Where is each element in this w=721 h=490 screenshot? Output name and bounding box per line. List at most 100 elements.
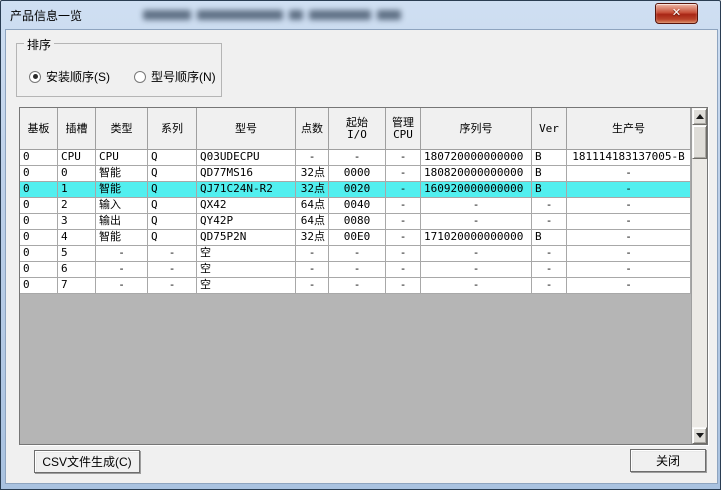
table-row[interactable]: 07--空------: [20, 278, 691, 294]
cell-model: QJ71C24N-R2: [197, 182, 296, 198]
triangle-down-icon: [696, 433, 704, 438]
cell-serial-no: -: [421, 262, 532, 278]
cell-product-no: -: [567, 198, 691, 214]
csv-generate-button-label: CSV文件生成(C): [42, 453, 131, 470]
cell-start-io: 0040: [329, 198, 386, 214]
cell-points: -: [296, 262, 329, 278]
product-info-dialog: 产品信息一览 ✕ 排序 安装顺序(S) 型号顺序(N) 基板: [0, 0, 721, 490]
radio-model-order[interactable]: 型号顺序(N): [134, 68, 216, 85]
titlebar[interactable]: 产品信息一览 ✕: [1, 1, 720, 29]
column-header-model: 型号: [197, 108, 296, 150]
cell-type: 智能: [96, 182, 148, 198]
cell-start-io: -: [329, 262, 386, 278]
table-body: 基板插槽类型系列型号点数起始 I/O管理 CPU序列号Ver生产号 0CPUCP…: [20, 108, 691, 444]
cell-base: 0: [20, 246, 58, 262]
table-vertical-scrollbar[interactable]: [691, 108, 707, 444]
cell-type: 输入: [96, 198, 148, 214]
cell-slot: CPU: [58, 150, 96, 166]
scrollbar-down-button[interactable]: [692, 427, 707, 444]
cell-series: Q: [148, 230, 197, 246]
cell-manage-cpu: -: [386, 182, 421, 198]
cell-product-no: -: [567, 166, 691, 182]
cell-model: 空: [197, 262, 296, 278]
column-header-ver: Ver: [532, 108, 567, 150]
cell-points: 64点: [296, 214, 329, 230]
table-row[interactable]: 06--空------: [20, 262, 691, 278]
scrollbar-thumb[interactable]: [692, 125, 707, 159]
cell-type: -: [96, 262, 148, 278]
close-button[interactable]: 关闭: [630, 449, 706, 472]
cell-product-no: -: [567, 278, 691, 294]
table-row[interactable]: 03输出QQY42P64点0080----: [20, 214, 691, 230]
column-header-base: 基板: [20, 108, 58, 150]
cell-slot: 7: [58, 278, 96, 294]
cell-base: 0: [20, 182, 58, 198]
table-row[interactable]: 00智能QQD77MS1632点0000-180820000000000B-: [20, 166, 691, 182]
cell-slot: 4: [58, 230, 96, 246]
table-row[interactable]: 0CPUCPUQQ03UDECPU---180720000000000B1811…: [20, 150, 691, 166]
radio-selected-icon: [29, 71, 41, 83]
cell-start-io: 0000: [329, 166, 386, 182]
cell-ver: -: [532, 246, 567, 262]
cell-product-no: -: [567, 182, 691, 198]
product-info-table: 基板插槽类型系列型号点数起始 I/O管理 CPU序列号Ver生产号 0CPUCP…: [19, 107, 708, 445]
scrollbar-up-button[interactable]: [692, 108, 707, 125]
cell-slot: 5: [58, 246, 96, 262]
cell-slot: 6: [58, 262, 96, 278]
table-row[interactable]: 01智能QQJ71C24N-R232点0020-160920000000000B…: [20, 182, 691, 198]
cell-model: QY42P: [197, 214, 296, 230]
window-title: 产品信息一览: [10, 7, 82, 24]
cell-start-io: 00E0: [329, 230, 386, 246]
cell-slot: 3: [58, 214, 96, 230]
cell-type: 输出: [96, 214, 148, 230]
sort-options: 安装顺序(S) 型号顺序(N): [29, 68, 216, 85]
csv-generate-button[interactable]: CSV文件生成(C): [34, 450, 140, 473]
table-row[interactable]: 05--空------: [20, 246, 691, 262]
cell-base: 0: [20, 262, 58, 278]
cell-series: -: [148, 246, 197, 262]
table-rows: 0CPUCPUQQ03UDECPU---180720000000000B1811…: [20, 150, 691, 294]
cell-base: 0: [20, 230, 58, 246]
cell-type: 智能: [96, 166, 148, 182]
column-header-serial-no: 序列号: [421, 108, 532, 150]
cell-type: 智能: [96, 230, 148, 246]
cell-ver: -: [532, 262, 567, 278]
cell-start-io: -: [329, 246, 386, 262]
cell-manage-cpu: -: [386, 278, 421, 294]
cell-serial-no: 171020000000000: [421, 230, 532, 246]
table-row[interactable]: 04智能QQD75P2N32点00E0-171020000000000B-: [20, 230, 691, 246]
column-header-manage-cpu: 管理 CPU: [386, 108, 421, 150]
cell-points: -: [296, 278, 329, 294]
cell-serial-no: -: [421, 198, 532, 214]
cell-manage-cpu: -: [386, 246, 421, 262]
dialog-client-area: 排序 安装顺序(S) 型号顺序(N) 基板插槽类型系列型号点数起始 I/O管理 …: [5, 29, 718, 484]
cell-serial-no: -: [421, 246, 532, 262]
cell-manage-cpu: -: [386, 230, 421, 246]
cell-base: 0: [20, 214, 58, 230]
cell-series: Q: [148, 166, 197, 182]
column-header-product-no: 生产号: [567, 108, 691, 150]
cell-points: -: [296, 246, 329, 262]
cell-start-io: 0020: [329, 182, 386, 198]
cell-base: 0: [20, 166, 58, 182]
table-row[interactable]: 02输入QQX4264点0040----: [20, 198, 691, 214]
cell-manage-cpu: -: [386, 198, 421, 214]
window-close-button[interactable]: ✕: [655, 3, 698, 24]
cell-serial-no: 180820000000000: [421, 166, 532, 182]
cell-type: -: [96, 278, 148, 294]
cell-slot: 1: [58, 182, 96, 198]
cell-ver: -: [532, 198, 567, 214]
column-header-series: 系列: [148, 108, 197, 150]
cell-manage-cpu: -: [386, 262, 421, 278]
cell-manage-cpu: -: [386, 214, 421, 230]
sort-groupbox: 排序 安装顺序(S) 型号顺序(N): [16, 43, 222, 97]
cell-points: 64点: [296, 198, 329, 214]
cell-slot: 0: [58, 166, 96, 182]
cell-ver: B: [532, 182, 567, 198]
cell-points: 32点: [296, 166, 329, 182]
cell-base: 0: [20, 150, 58, 166]
radio-install-order[interactable]: 安装顺序(S): [29, 68, 110, 85]
cell-points: 32点: [296, 182, 329, 198]
cell-ver: -: [532, 214, 567, 230]
cell-ver: B: [532, 166, 567, 182]
